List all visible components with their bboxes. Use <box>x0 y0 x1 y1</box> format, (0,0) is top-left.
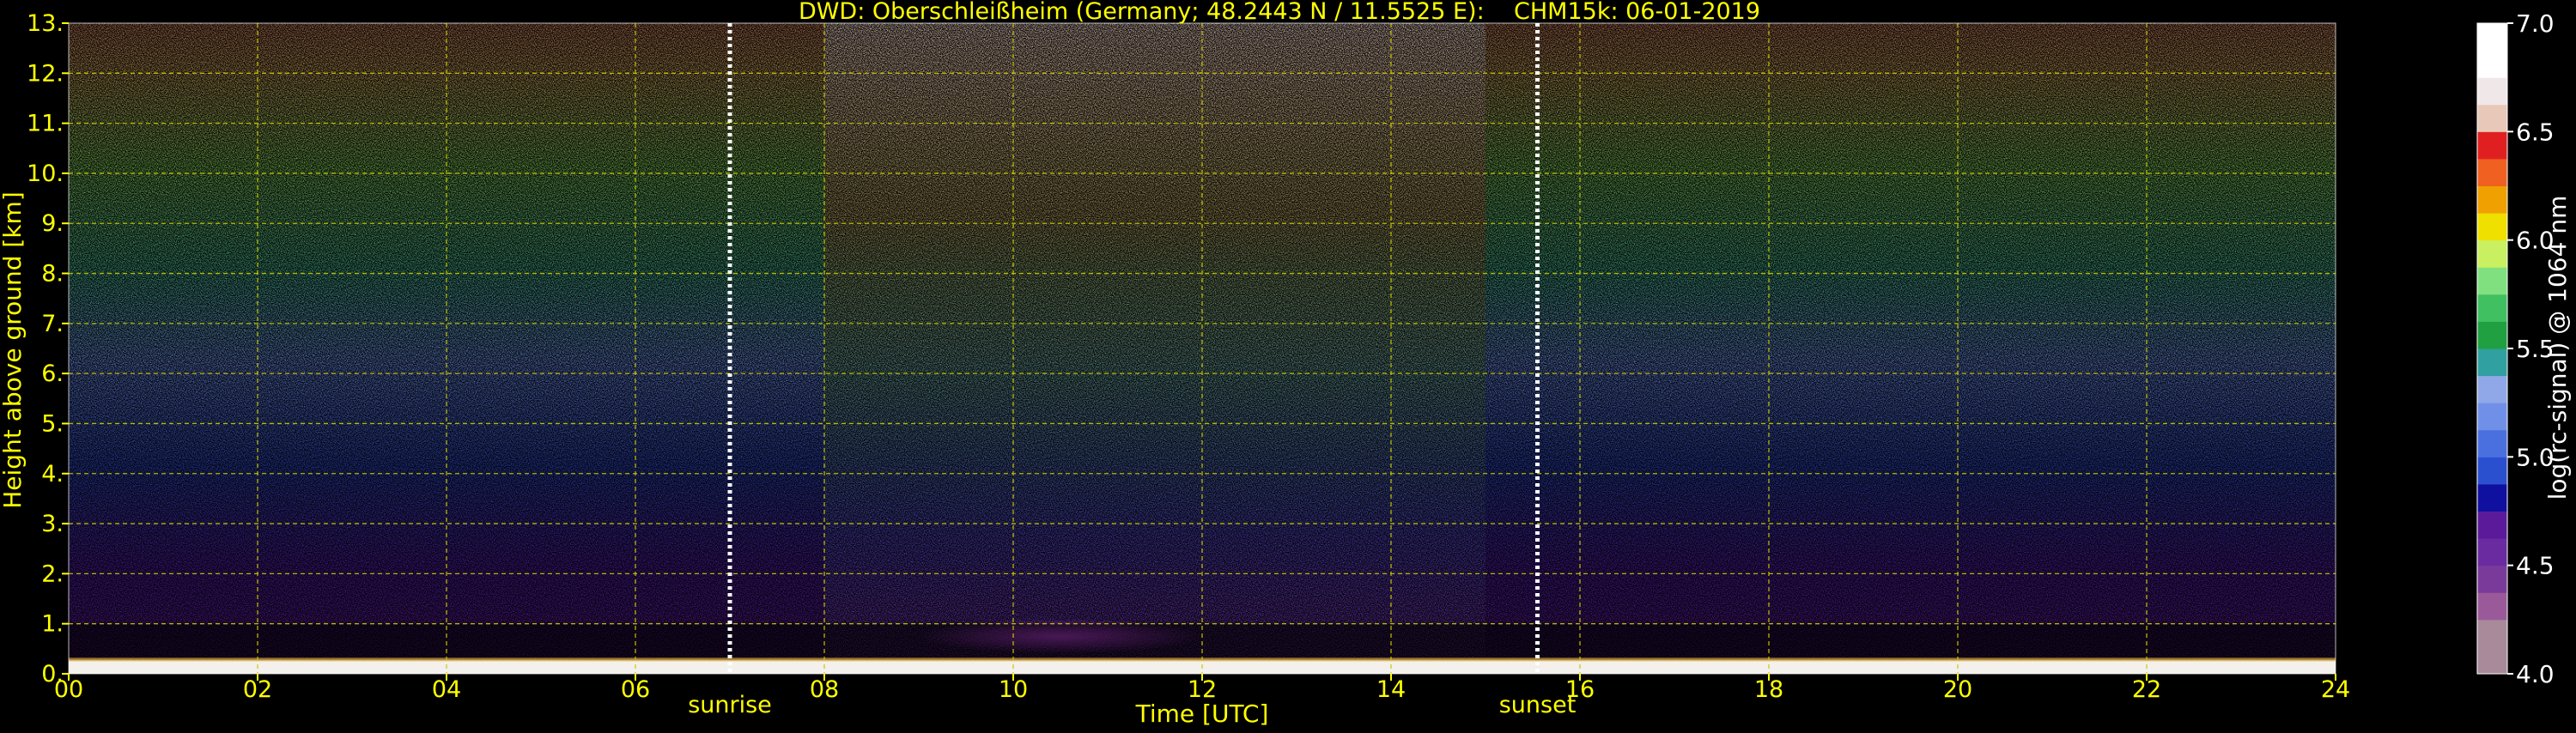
x-tick-label: 20 <box>1943 676 1972 703</box>
y-tick-label: 3. <box>41 511 64 537</box>
colorbar-segment <box>2477 592 2507 621</box>
colorbar-segment <box>2477 23 2507 78</box>
y-tick-label: 2. <box>41 560 64 587</box>
colorbar-segment <box>2477 403 2507 431</box>
x-tick-label: 10 <box>999 676 1028 703</box>
x-tick-label: 06 <box>621 676 650 703</box>
chart-title: DWD: Oberschleißheim (Germany; 48.2443 N… <box>799 0 1760 25</box>
colorbar-segment <box>2477 538 2507 566</box>
colorbar-tick-label: 4.0 <box>2516 660 2555 688</box>
colorbar-tick-label: 7.0 <box>2516 9 2555 38</box>
y-tick-label: 8. <box>41 261 64 288</box>
colorbar-tick-label: 4.5 <box>2516 552 2555 580</box>
y-tick-label: 5. <box>41 410 64 437</box>
y-tick-label: 4. <box>41 461 64 488</box>
x-tick-label: 14 <box>1376 676 1406 703</box>
colorbar-segment <box>2477 294 2507 322</box>
colorbar-segment <box>2477 77 2507 106</box>
y-tick-label: 6. <box>41 360 64 387</box>
colorbar-segment <box>2477 213 2507 241</box>
y-tick-label: 0. <box>41 661 64 688</box>
sunrise-label: sunrise <box>688 692 772 718</box>
colorbar-tick-label: 6.5 <box>2516 118 2555 146</box>
y-tick-label: 1. <box>41 611 64 638</box>
colorbar-segment <box>2477 483 2507 512</box>
colorbar-segment <box>2477 158 2507 186</box>
x-tick-label: 02 <box>243 676 272 703</box>
y-tick-label: 11. <box>27 111 64 137</box>
colorbar-segment <box>2477 348 2507 377</box>
daytime-field <box>824 23 1485 659</box>
colorbar-segment <box>2477 267 2507 295</box>
x-axis-label: Time [UTC] <box>1135 700 1269 728</box>
y-axis-label: Height above ground [km] <box>0 191 27 509</box>
y-tick-label: 12. <box>27 60 64 87</box>
colorbar-segment <box>2477 131 2507 160</box>
colorbar-segment <box>2477 321 2507 349</box>
x-tick-label: 24 <box>2321 676 2350 703</box>
x-tick-label: 22 <box>2132 676 2161 703</box>
colorbar-segment <box>2477 185 2507 214</box>
colorbar-segment <box>2477 104 2507 132</box>
x-tick-label: 04 <box>432 676 461 703</box>
ceilometer-chart: sunrise sunset 00 02 04 06 08 10 12 14 16 18 20 22 24… <box>0 0 2576 730</box>
colorbar-segment <box>2477 239 2507 268</box>
chart-svg: sunrise sunset 00 02 04 06 08 10 12 14 16 18 20 22 24… <box>0 0 2572 728</box>
colorbar-segment <box>2477 511 2507 539</box>
x-tick-label: 08 <box>810 676 839 703</box>
colorbar-label: log(rc-signal) @ 1064 nm <box>2543 196 2572 500</box>
y-tick-label: 9. <box>41 210 64 237</box>
x-tick-label: 18 <box>1754 676 1783 703</box>
colorbar-segment <box>2477 429 2507 457</box>
colorbar-segment <box>2477 457 2507 485</box>
y-tick-label: 13. <box>27 10 64 37</box>
colorbar-segment <box>2477 565 2507 593</box>
y-tick-label: 7. <box>41 311 64 337</box>
colorbar-segment <box>2477 375 2507 403</box>
x-tick-label: 16 <box>1565 676 1595 703</box>
y-tick-label: 10. <box>27 161 64 187</box>
colorbar-segment <box>2477 619 2507 675</box>
